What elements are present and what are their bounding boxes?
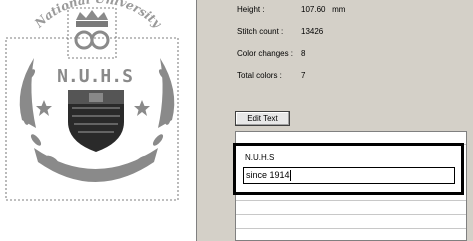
text-edit-box: N.U.H.S since 1914 bbox=[233, 143, 464, 195]
height-value: 107.60 bbox=[301, 5, 326, 14]
stitch-count-label: Stitch count : bbox=[237, 27, 284, 36]
star-icon-left bbox=[36, 100, 52, 116]
text-line-1[interactable]: N.U.H.S bbox=[245, 153, 274, 162]
stitch-count-row: Stitch count : 13426 bbox=[237, 27, 323, 36]
stitch-count-value: 13426 bbox=[301, 27, 324, 36]
total-colors-label: Total colors : bbox=[237, 71, 282, 80]
pane-divider[interactable] bbox=[196, 0, 205, 241]
star-icon-right bbox=[134, 100, 150, 116]
list-divider bbox=[236, 214, 466, 215]
height-unit: mm bbox=[332, 5, 346, 14]
color-changes-label: Color changes : bbox=[237, 49, 294, 58]
height-label: Height : bbox=[237, 5, 265, 14]
list-divider bbox=[236, 228, 466, 229]
text-caret bbox=[289, 170, 291, 182]
height-row: Height : 107.60 mm bbox=[237, 5, 345, 14]
edit-text-button[interactable]: Edit Text bbox=[235, 111, 290, 126]
crown-icon bbox=[74, 10, 110, 50]
total-colors-value: 7 bbox=[301, 71, 306, 80]
text-line-2-value: since 1914 bbox=[246, 170, 290, 180]
logo-text: N.U.H.S bbox=[57, 66, 133, 87]
color-changes-value: 8 bbox=[301, 49, 306, 58]
text-line-2-input[interactable]: since 1914 bbox=[243, 167, 455, 184]
properties-panel: Height : 107.60 mm Stitch count : 13426 … bbox=[205, 0, 473, 241]
crest-emblem: National University N.U.H.S since 1881 bbox=[5, 0, 179, 201]
design-preview[interactable]: National University N.U.H.S since 1881 bbox=[0, 0, 196, 241]
total-colors-row: Total colors : 7 bbox=[237, 71, 305, 80]
list-divider bbox=[236, 200, 466, 201]
shield-icon bbox=[68, 90, 124, 152]
color-changes-row: Color changes : 8 bbox=[237, 49, 305, 58]
